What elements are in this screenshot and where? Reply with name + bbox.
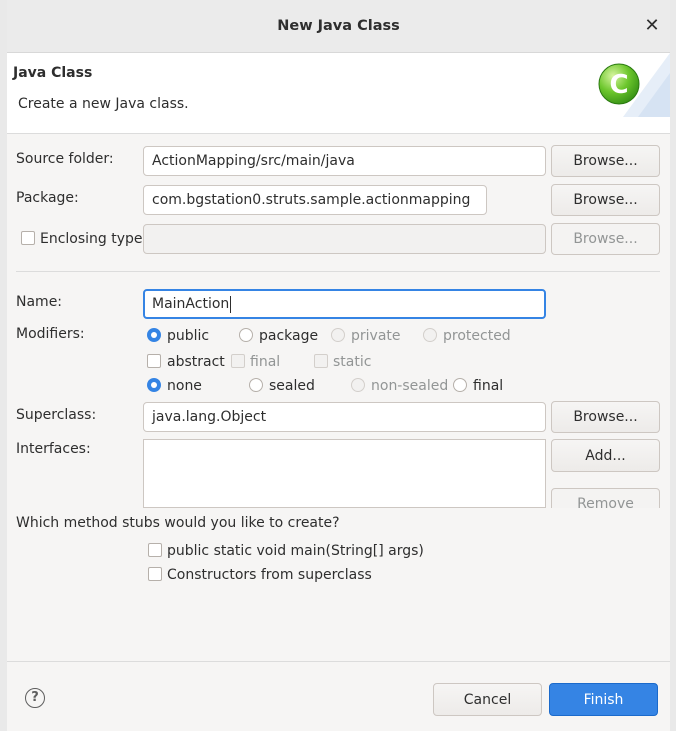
- title-bar: New Java Class ✕: [7, 0, 670, 53]
- separator: [16, 271, 660, 272]
- enclosing-type-input[interactable]: [143, 224, 546, 254]
- banner-title: Java Class: [13, 65, 93, 81]
- modifier-package-label: package: [259, 328, 319, 344]
- close-icon[interactable]: ✕: [641, 15, 663, 37]
- name-input[interactable]: MainAction: [143, 289, 546, 319]
- stub-constructors-label: Constructors from superclass: [167, 567, 372, 583]
- modifier-abstract-checkbox[interactable]: [147, 354, 161, 368]
- modifier-static-checkbox[interactable]: [314, 354, 328, 368]
- modifier-private-label: private: [351, 328, 401, 344]
- enclosing-type-checkbox[interactable]: [21, 231, 35, 245]
- modifier-final-checkbox[interactable]: [231, 354, 245, 368]
- modifier-package-radio[interactable]: [239, 328, 253, 342]
- inheritance-none-label: none: [167, 378, 202, 394]
- inheritance-non-sealed-radio[interactable]: [351, 378, 365, 392]
- inheritance-none-radio[interactable]: [147, 378, 161, 392]
- interfaces-list[interactable]: [143, 439, 546, 508]
- stub-main-label: public static void main(String[] args): [167, 543, 424, 559]
- cancel-button[interactable]: Cancel: [433, 683, 542, 716]
- finish-button[interactable]: Finish: [549, 683, 658, 716]
- superclass-browse-button[interactable]: Browse...: [551, 401, 660, 433]
- modifier-final-label: final: [250, 354, 281, 370]
- modifier-public-radio[interactable]: [147, 328, 161, 342]
- enclosing-type-label: Enclosing type:: [40, 231, 148, 247]
- background-window: [0, 0, 7, 731]
- modifier-protected-radio[interactable]: [423, 328, 437, 342]
- stub-main-checkbox[interactable]: [148, 543, 162, 557]
- package-browse-button[interactable]: Browse...: [551, 184, 660, 216]
- footer-separator: [7, 661, 670, 662]
- package-input[interactable]: com.bgstation0.struts.sample.actionmappi…: [143, 185, 487, 215]
- name-input-value: MainAction: [152, 296, 230, 312]
- superclass-input[interactable]: java.lang.Object: [143, 402, 546, 432]
- svg-text:C: C: [609, 70, 628, 100]
- stub-constructors-checkbox[interactable]: [148, 567, 162, 581]
- remove-interface-clip: Remove: [551, 488, 660, 508]
- add-interface-button[interactable]: Add...: [551, 439, 660, 472]
- package-label: Package:: [16, 190, 79, 206]
- method-stubs-question: Which method stubs would you like to cre…: [16, 515, 340, 531]
- dialog-title: New Java Class: [277, 18, 400, 34]
- inheritance-sealed-radio[interactable]: [249, 378, 263, 392]
- modifier-abstract-label: abstract: [167, 354, 225, 370]
- banner-description: Create a new Java class.: [18, 96, 189, 112]
- background-window-right: [670, 0, 676, 731]
- text-caret: [230, 295, 232, 313]
- source-folder-browse-button[interactable]: Browse...: [551, 145, 660, 177]
- modifier-protected-label: protected: [443, 328, 511, 344]
- modifiers-label: Modifiers:: [16, 326, 85, 342]
- java-class-wizard-icon: C: [598, 53, 670, 117]
- help-icon[interactable]: ?: [25, 688, 45, 708]
- superclass-label: Superclass:: [16, 407, 97, 423]
- modifier-private-radio[interactable]: [331, 328, 345, 342]
- inheritance-final-label: final: [473, 378, 504, 394]
- interfaces-label: Interfaces:: [16, 441, 91, 457]
- inheritance-final-radio[interactable]: [453, 378, 467, 392]
- enclosing-type-browse-button[interactable]: Browse...: [551, 223, 660, 255]
- name-label: Name:: [16, 294, 63, 310]
- source-folder-input[interactable]: ActionMapping/src/main/java: [143, 146, 546, 176]
- remove-interface-button[interactable]: Remove: [551, 488, 660, 508]
- modifier-public-label: public: [167, 328, 210, 344]
- inheritance-non-sealed-label: non-sealed: [371, 378, 449, 394]
- source-folder-label: Source folder:: [16, 151, 114, 167]
- wizard-banner: Java Class Create a new Java class. C: [7, 53, 670, 134]
- inheritance-sealed-label: sealed: [269, 378, 315, 394]
- modifier-static-label: static: [333, 354, 372, 370]
